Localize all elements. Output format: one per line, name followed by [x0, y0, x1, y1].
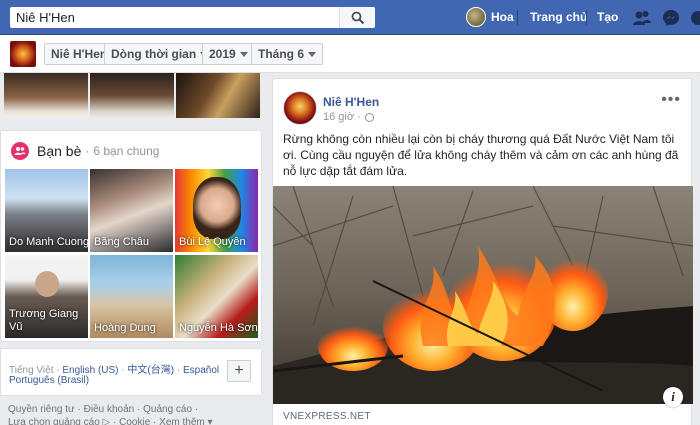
photos-strip	[4, 73, 260, 118]
link-source-domain[interactable]: VNEXPRESS.NET	[283, 411, 371, 422]
friend-tile[interactable]: Trương Giang Vũ	[5, 255, 88, 338]
language-list: Tiếng Việt · English (US) · 中文(台灣) · Esp…	[9, 365, 220, 376]
create-link[interactable]: Tạo	[597, 0, 618, 35]
post-image[interactable]	[273, 186, 693, 404]
friends-card: Bạn bè · 6 bạn chung Do Manh Cuong Băng …	[0, 130, 262, 342]
page-avatar[interactable]	[10, 41, 36, 67]
more-link[interactable]: Xem thêm	[159, 417, 205, 425]
post-time-label: 16 giờ	[323, 111, 355, 123]
year-dropdown[interactable]: 2019	[202, 43, 255, 65]
ad-choices-link[interactable]: Lựa chọn quảng cáo	[8, 417, 100, 425]
friends-header[interactable]: Bạn bè · 6 bạn chung	[11, 142, 160, 160]
nav-divider	[517, 10, 518, 25]
search-input[interactable]	[10, 7, 340, 28]
timeline-dropdown[interactable]: Dòng thời gian	[104, 43, 216, 65]
separator-dot: ·	[357, 111, 361, 123]
friend-photo	[35, 271, 59, 297]
friend-name[interactable]: Bùi Lệ Quyên	[179, 236, 246, 248]
friend-name[interactable]: Nguyễn Hà Sơn	[179, 322, 258, 334]
timeline-label: Dòng thời gian	[111, 47, 197, 61]
language-link[interactable]: Português (Brasil)	[9, 375, 89, 386]
photo-thumbnail[interactable]	[4, 73, 88, 118]
friend-tile[interactable]: Băng Châu	[90, 169, 173, 252]
post-timestamp[interactable]: 16 giờ ·	[323, 111, 374, 123]
top-navigation-bar: Hoa Trang chủ Tạo	[0, 0, 700, 35]
terms-link[interactable]: Điều khoản	[84, 404, 135, 415]
friend-name[interactable]: Hoàng Dung	[94, 322, 156, 334]
profile-link[interactable]: Hoa	[491, 0, 514, 35]
friends-grid: Do Manh Cuong Băng Châu Bùi Lệ Quyên Trư…	[5, 169, 259, 338]
friend-tile[interactable]: Do Manh Cuong	[5, 169, 88, 252]
year-label: 2019	[209, 47, 236, 61]
privacy-link[interactable]: Quyền riêng tư	[8, 404, 75, 415]
home-link[interactable]: Trang chủ	[530, 0, 587, 35]
mutual-friends-count: 6 bạn chung	[93, 144, 160, 158]
photo-thumbnail[interactable]	[176, 73, 260, 118]
friend-tile[interactable]: Bùi Lệ Quyên	[175, 169, 258, 252]
user-avatar[interactable]	[466, 7, 486, 27]
search-icon	[351, 11, 364, 24]
globe-icon	[364, 112, 374, 122]
notifications-icon[interactable]	[688, 8, 700, 28]
language-link[interactable]: Español	[183, 365, 219, 376]
info-icon[interactable]: i	[663, 387, 683, 407]
messenger-icon[interactable]	[661, 8, 681, 28]
language-card: Tiếng Việt · English (US) · 中文(台灣) · Esp…	[0, 348, 262, 396]
forest-fire-image	[273, 186, 693, 404]
language-link[interactable]: 中文(台灣)	[127, 365, 174, 376]
post-author-avatar[interactable]	[283, 91, 317, 125]
friend-tile[interactable]: Nguyễn Hà Sơn	[175, 255, 258, 338]
post-text: Rừng không còn nhiều lại còn bị cháy thư…	[283, 132, 679, 178]
page-name-label: Niê H'Hen	[51, 47, 108, 61]
scrollbar[interactable]	[694, 73, 700, 425]
month-dropdown[interactable]: Tháng 6	[251, 43, 324, 65]
nav-divider	[586, 10, 587, 25]
language-list-line2: Português (Brasil)	[9, 375, 89, 386]
friends-title: Bạn bè	[37, 143, 82, 159]
chevron-down-icon	[239, 52, 248, 58]
search-button[interactable]	[339, 7, 375, 28]
friend-tile[interactable]: Hoàng Dung	[90, 255, 173, 338]
post-options-button[interactable]: •••	[661, 91, 681, 109]
month-label: Tháng 6	[258, 47, 305, 61]
chevron-down-icon	[308, 52, 317, 58]
friend-name[interactable]: Băng Châu	[94, 236, 149, 248]
friend-photo	[193, 177, 241, 239]
ads-link[interactable]: Quảng cáo	[143, 404, 192, 415]
friend-name[interactable]: Trương Giang Vũ	[9, 308, 85, 334]
photo-thumbnail[interactable]	[90, 73, 174, 118]
friend-name[interactable]: Do Manh Cuong	[9, 236, 88, 248]
post-author-name[interactable]: Niê H'Hen	[323, 95, 379, 109]
cookie-link[interactable]: Cookie	[119, 417, 150, 425]
friend-requests-icon[interactable]	[632, 8, 652, 28]
add-language-button[interactable]: +	[227, 360, 251, 382]
post-card: Niê H'Hen 16 giờ · ••• Rừng không còn nh…	[272, 78, 693, 425]
separator-dot: ·	[85, 144, 90, 158]
search-box[interactable]	[10, 7, 375, 28]
friends-icon	[11, 142, 29, 160]
timeline-navigation-bar: Niê H'Hen Dòng thời gian 2019 Tháng 6	[0, 35, 700, 73]
footer-links: Quyền riêng tư · Điều khoản · Quảng cáo …	[8, 403, 264, 425]
